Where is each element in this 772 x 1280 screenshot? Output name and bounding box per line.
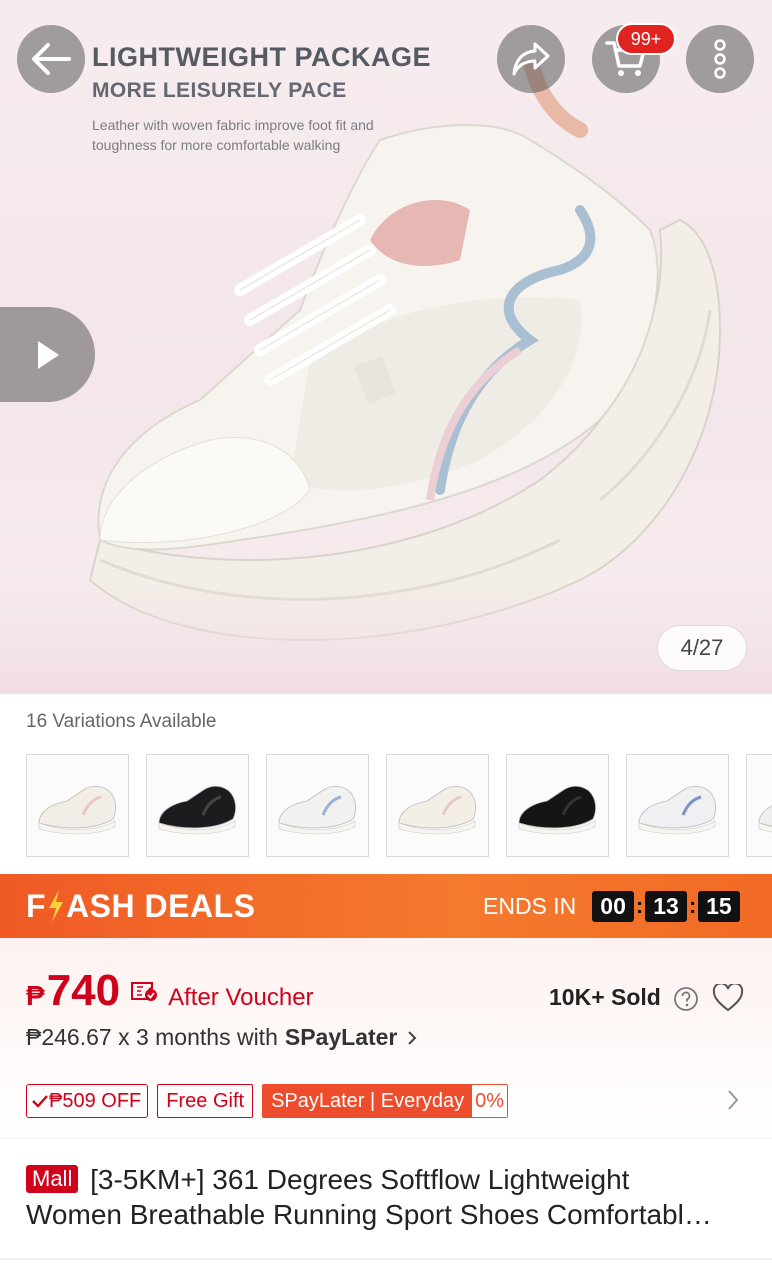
shoe-thumbnail-image: [398, 785, 477, 835]
flash-countdown: ENDS IN 00 : 13 : 15: [483, 874, 740, 938]
countdown-seconds: 15: [698, 890, 740, 922]
countdown-colon: :: [688, 893, 697, 918]
cart-count-badge: 99+: [616, 23, 676, 55]
arrow-left-icon: [32, 43, 71, 75]
image-counter: 4/27: [657, 625, 747, 671]
free-gift-tag: Free Gift: [157, 1084, 254, 1118]
variation-thumbnail[interactable]: [146, 754, 249, 857]
spaylater-installment-link[interactable]: ₱246.67 x 3 months with SPayLater: [26, 1024, 417, 1051]
variations-label: 16 Variations Available: [26, 711, 217, 732]
spaylater-tag: SPayLater | Everyday 0%: [262, 1084, 509, 1118]
promo-chevron-right-icon[interactable]: [726, 1088, 740, 1112]
variation-thumbnail[interactable]: [746, 754, 772, 857]
variation-thumbnail[interactable]: [386, 754, 489, 857]
variation-thumbnail[interactable]: [266, 754, 369, 857]
sold-count: 10K+ Sold: [549, 984, 661, 1010]
lightning-icon: [49, 890, 64, 922]
more-vertical-icon: [714, 39, 726, 79]
variation-thumbnail[interactable]: [26, 754, 129, 857]
play-icon: [37, 340, 59, 369]
share-button[interactable]: [497, 25, 565, 93]
share-icon: [512, 42, 550, 76]
variation-thumbnail[interactable]: [626, 754, 729, 857]
hero-title: LIGHTWEIGHT PACKAGE: [92, 42, 431, 72]
product-title-line2: Women Breathable Running Sport Shoes Com…: [26, 1199, 712, 1230]
shoe-thumbnail-image: [518, 785, 597, 835]
mall-badge: Mall: [26, 1165, 79, 1193]
shoe-thumbnail-image: [278, 785, 357, 835]
countdown-minutes: 13: [645, 890, 687, 922]
installment-brand: SPayLater: [284, 1024, 398, 1050]
chevron-right-icon: [408, 1030, 417, 1045]
shoe-thumbnail-image: [758, 805, 772, 833]
flash-deals-banner[interactable]: F ASH DEALS ENDS IN 00 : 13 : 15: [0, 874, 772, 938]
spaylater-tag-label: SPayLater | Everyday: [263, 1085, 473, 1117]
divider: [0, 1258, 772, 1260]
play-video-button[interactable]: [0, 307, 95, 402]
flash-deals-title: F ASH DEALS: [26, 888, 255, 925]
product-title-line1: [3-5KM+] 361 Degrees Softflow Lightweigh…: [90, 1164, 630, 1195]
flash-title-f: F: [26, 887, 47, 924]
discount-label: ₱509 OFF: [49, 1089, 142, 1112]
price-currency: ₱: [26, 980, 45, 1011]
countdown-colon: :: [635, 893, 644, 918]
price-section: ₱ 740 After Voucher 10K+ Sold ₱246.67 x …: [0, 938, 772, 1138]
countdown-hours: 00: [592, 890, 634, 922]
hero-subtitle: MORE LEISURELY PACE: [92, 79, 347, 102]
check-icon: [32, 1095, 48, 1108]
spaylater-rate: 0%: [472, 1085, 508, 1117]
product-title: Mall [3-5KM+] 361 Degrees Softflow Light…: [26, 1162, 756, 1232]
divider: [0, 1138, 772, 1139]
installment-text: ₱246.67 x 3 months with: [26, 1024, 278, 1050]
shoe-thumbnail-image: [38, 785, 117, 835]
variation-thumbnail[interactable]: [506, 754, 609, 857]
shoe-thumbnail-image: [638, 785, 717, 835]
variation-thumbnails[interactable]: [26, 754, 772, 858]
hero-description: Leather with woven fabric improve foot f…: [92, 117, 374, 153]
promo-tags[interactable]: ₱509 OFF Free Gift SPayLater | Everyday …: [26, 1084, 509, 1118]
hero-bottom-shade: [0, 574, 772, 694]
back-button[interactable]: [17, 25, 85, 93]
more-options-button[interactable]: [686, 25, 754, 93]
price-value: 740: [46, 966, 121, 1015]
ends-in-label: ENDS IN: [483, 892, 577, 919]
product-image-carousel[interactable]: LIGHTWEIGHT PACKAGE MORE LEISURELY PACE …: [0, 0, 772, 694]
discount-tag: ₱509 OFF: [26, 1084, 149, 1118]
help-circle-icon[interactable]: [673, 986, 699, 1012]
voucher-icon: [131, 982, 158, 1001]
hero-text: LIGHTWEIGHT PACKAGE MORE LEISURELY PACE …: [92, 42, 431, 155]
price-row: ₱ 740 After Voucher: [26, 966, 314, 1016]
shoe-thumbnail-image: [158, 785, 237, 835]
heart-icon[interactable]: [712, 984, 744, 1012]
after-voucher-label: After Voucher: [168, 984, 314, 1011]
flash-title-rest: ASH DEALS: [66, 887, 256, 924]
